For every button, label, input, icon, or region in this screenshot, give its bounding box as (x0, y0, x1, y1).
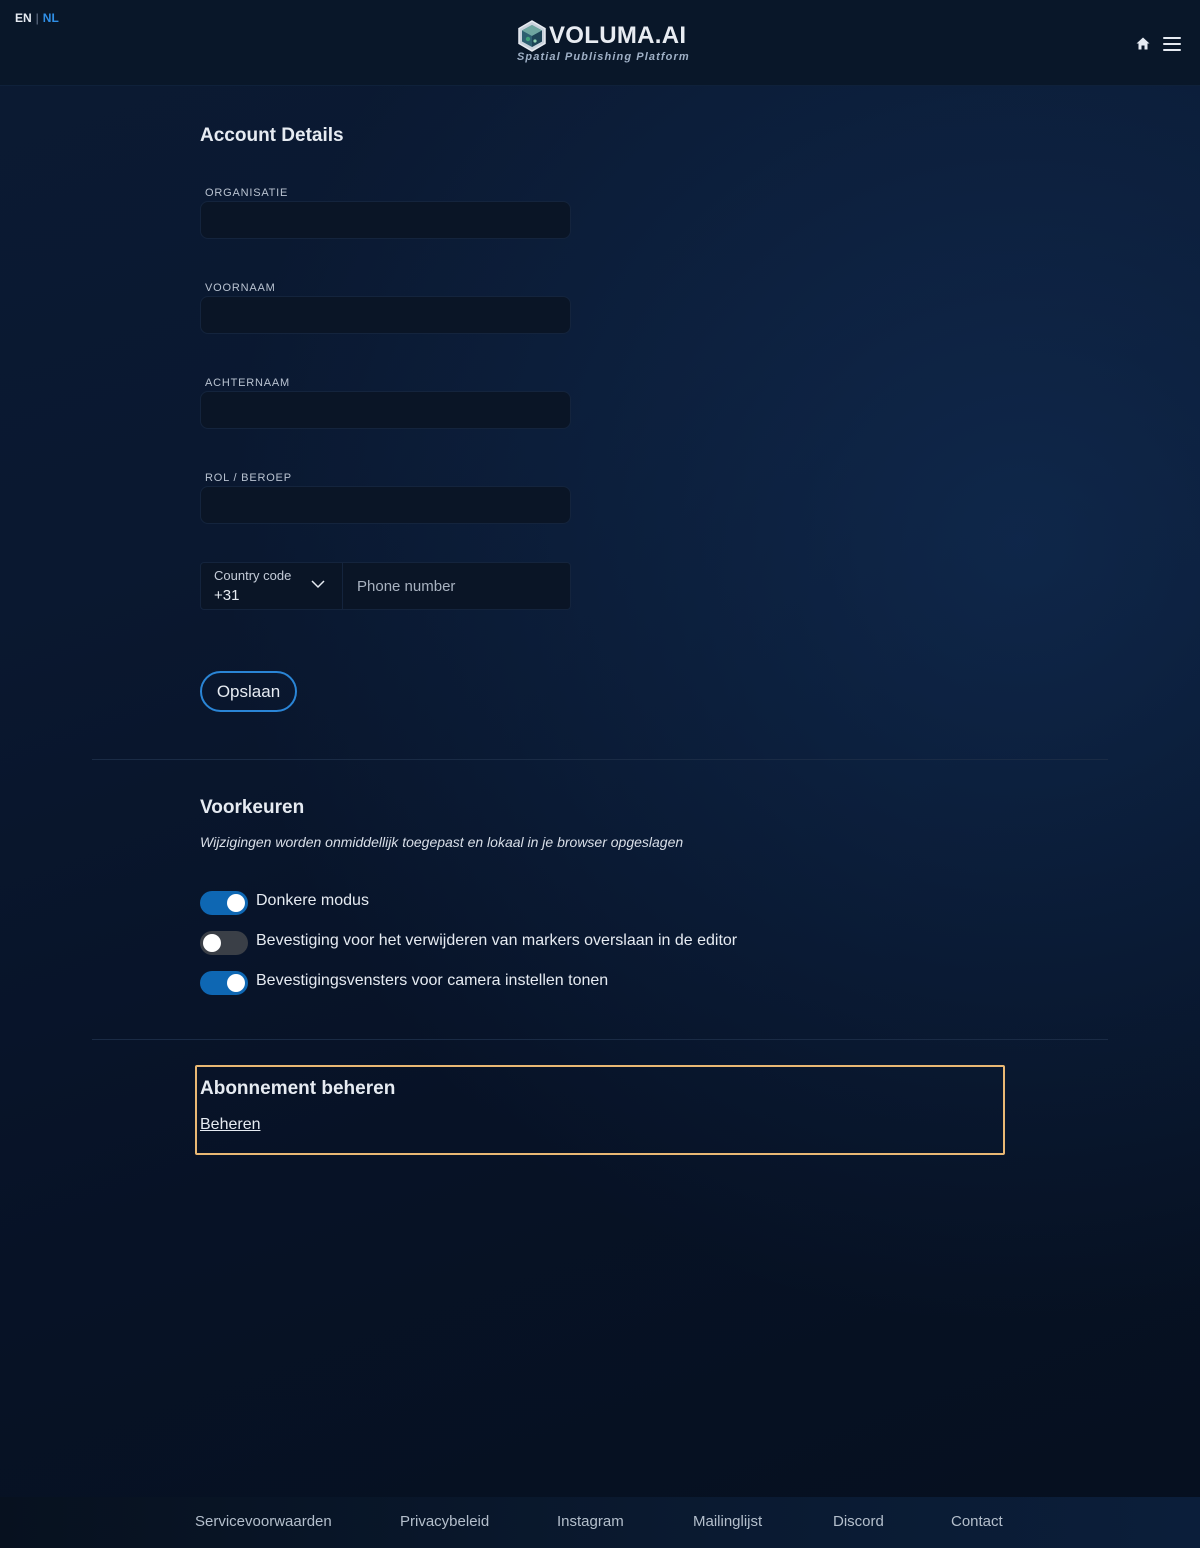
skip-marker-confirm-label: Bevestiging voor het verwijderen van mar… (256, 932, 738, 949)
home-icon[interactable] (1136, 37, 1150, 50)
account-details-title: Account Details (200, 125, 344, 146)
organisatie-input[interactable] (200, 201, 571, 239)
brand-tagline: Spatial Publishing Platform (517, 51, 690, 63)
toggle-knob (227, 974, 245, 992)
menu-icon[interactable] (1163, 37, 1181, 52)
save-button[interactable]: Opslaan (200, 671, 297, 712)
skip-marker-confirm-toggle[interactable] (200, 931, 248, 955)
lang-separator: | (35, 11, 39, 25)
language-switcher: EN | NL (15, 11, 59, 25)
section-divider (92, 759, 1108, 760)
rol-beroep-input[interactable] (200, 486, 571, 524)
dark-mode-label: Donkere modus (256, 892, 369, 909)
voornaam-label: VOORNAAM (205, 282, 276, 294)
rol-beroep-label: ROL / BEROEP (205, 472, 292, 484)
country-code-select[interactable]: Country code +31 (201, 563, 343, 609)
country-code-value: +31 (214, 587, 240, 604)
toggle-row-camera-confirm: Bevestigingsvensters voor camera instell… (200, 971, 900, 995)
preferences-subtitle: Wijzigingen worden onmiddellijk toegepas… (200, 834, 684, 850)
camera-confirm-toggle[interactable] (200, 971, 248, 995)
footer-link-discord[interactable]: Discord (833, 1513, 884, 1530)
lang-nl-link[interactable]: NL (43, 11, 59, 25)
footer-link-mailing-list[interactable]: Mailinglijst (693, 1513, 762, 1530)
achternaam-label: ACHTERNAAM (205, 377, 291, 389)
country-code-label: Country code (214, 568, 292, 583)
dark-mode-toggle[interactable] (200, 891, 248, 915)
subscription-title: Abonnement beheren (200, 1078, 396, 1099)
lang-en-link[interactable]: EN (15, 11, 32, 25)
camera-confirm-label: Bevestigingsvensters voor camera instell… (256, 972, 609, 989)
toggle-knob (227, 894, 245, 912)
brand-logo[interactable]: VOLUMA.AI Spatial Publishing Platform (517, 20, 690, 68)
manage-subscription-link[interactable]: Beheren (200, 1116, 261, 1134)
footer-link-contact[interactable]: Contact (951, 1513, 1003, 1530)
footer-link-terms[interactable]: Servicevoorwaarden (195, 1513, 332, 1530)
toggle-knob (203, 934, 221, 952)
footer: Servicevoorwaarden Privacybeleid Instagr… (0, 1497, 1200, 1548)
section-divider (92, 1039, 1108, 1040)
chevron-down-icon (311, 580, 325, 589)
voornaam-input[interactable] (200, 296, 571, 334)
preferences-title: Voorkeuren (200, 797, 305, 818)
footer-link-instagram[interactable]: Instagram (557, 1513, 624, 1530)
toggle-row-skip-marker-confirm: Bevestiging voor het verwijderen van mar… (200, 931, 900, 955)
phone-number-input[interactable] (344, 563, 570, 609)
footer-link-privacy[interactable]: Privacybeleid (400, 1513, 489, 1530)
subscription-section: Abonnement beheren Beheren (195, 1065, 1005, 1155)
logo-cube-icon (518, 20, 546, 52)
achternaam-input[interactable] (200, 391, 571, 429)
top-header: EN | NL VOLUMA.AI Spatial Publishing Platf… (0, 0, 1200, 86)
brand-name: VOLUMA.AI (549, 22, 687, 49)
toggle-row-dark-mode: Donkere modus (200, 891, 900, 915)
phone-field-group: Country code +31 (200, 562, 571, 610)
organisatie-label: ORGANISATIE (205, 187, 289, 199)
